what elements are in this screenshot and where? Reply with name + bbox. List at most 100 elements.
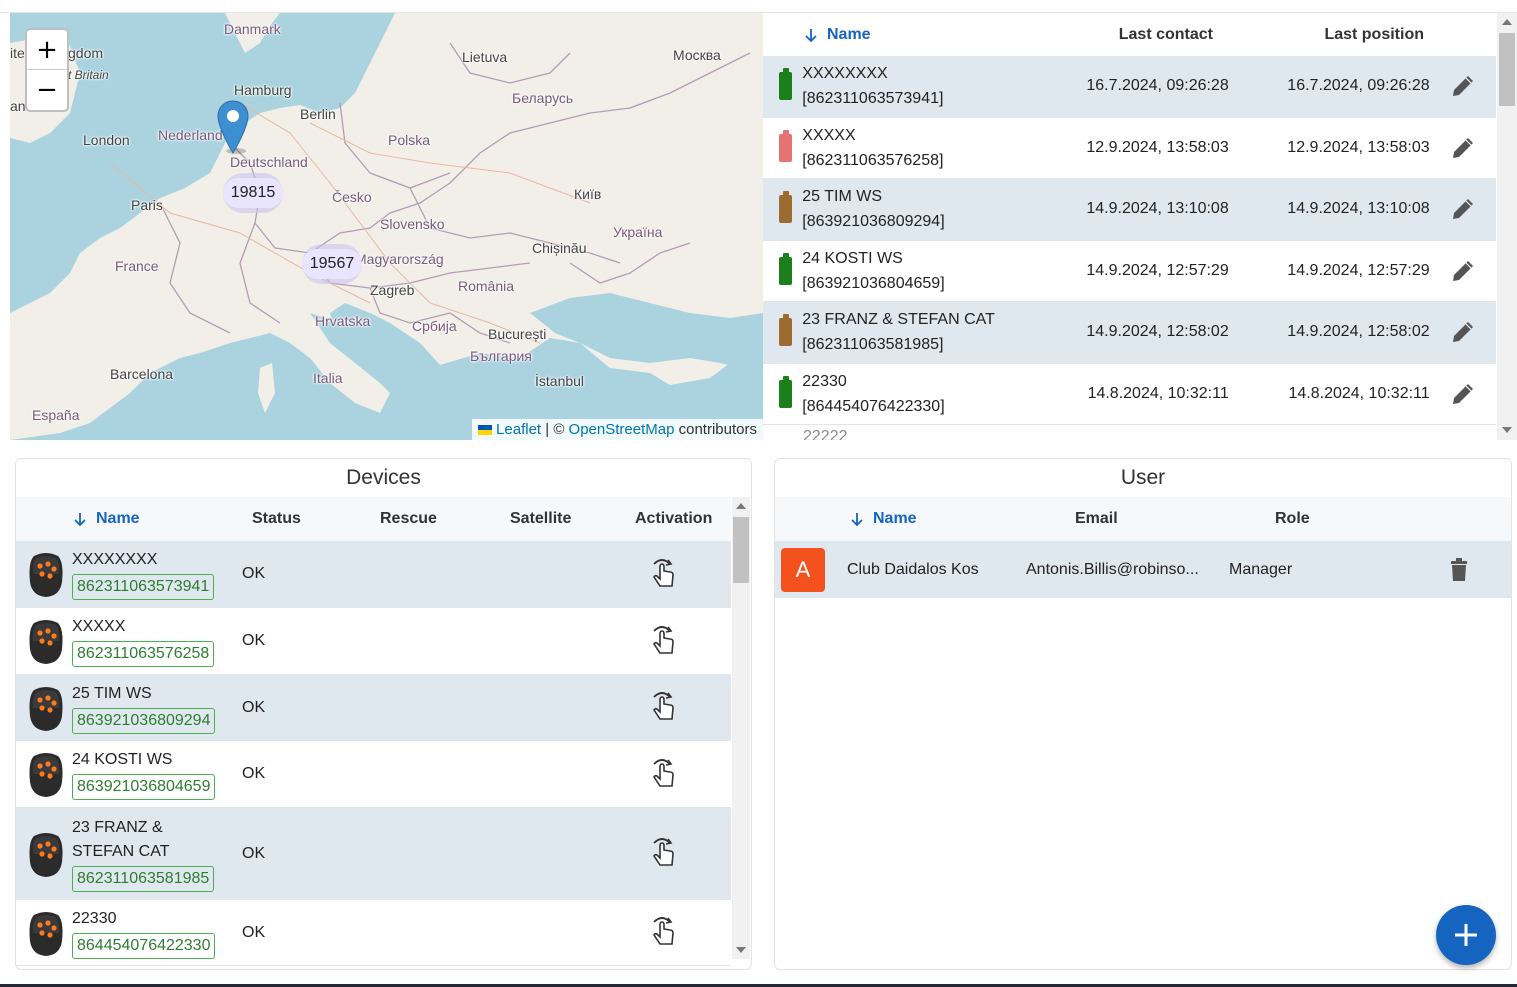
- map-label-paris: Paris: [131, 197, 163, 213]
- trash-icon[interactable]: [1449, 557, 1473, 582]
- tracker-device-icon: [26, 832, 66, 877]
- device-name: XXXXXXXX 862311063573941: [72, 548, 242, 600]
- map-attribution: Leaflet | © OpenStreetMap contributors: [471, 419, 763, 440]
- battery-icon: [779, 191, 793, 224]
- zoom-out-button[interactable]: −: [27, 70, 67, 110]
- device-status: OK: [242, 923, 266, 941]
- leaflet-link[interactable]: Leaflet: [496, 421, 541, 438]
- table-row[interactable]: 24 KOSTI WS 863921036804659 OK: [16, 741, 731, 808]
- table-row[interactable]: XXXXX 862311063576258 OK: [16, 608, 731, 675]
- last-contact: 12.9.2024, 13:58:03: [1086, 138, 1229, 156]
- marker-cluster[interactable]: 19567: [301, 244, 363, 284]
- device-status: OK: [242, 632, 266, 649]
- map-pin-icon[interactable]: [216, 99, 250, 160]
- device-name-text: 25 TIM WS: [72, 684, 152, 702]
- tracker-device-icon: [26, 911, 66, 956]
- device-name: 23 FRANZ & STEFAN CAT 862311063581985: [72, 816, 242, 892]
- user-role: Manager: [1229, 560, 1293, 578]
- map-label-moskva: Москва: [673, 47, 721, 63]
- cluster-count: 19567: [301, 249, 363, 279]
- map-label-istanbul: İstanbul: [535, 373, 585, 389]
- user-name: Club Daidalos Kos: [847, 560, 979, 578]
- table-row[interactable]: A Club Daidalos Kos Antonis.Billis@robin…: [775, 541, 1511, 598]
- sort-by-name-header[interactable]: Name: [849, 510, 1075, 528]
- touch-activation-icon[interactable]: [648, 755, 678, 794]
- last-position: 16.7.2024, 09:26:28: [1287, 77, 1430, 95]
- column-last-contact[interactable]: Last contact: [1023, 26, 1213, 44]
- scroll-down-icon[interactable]: [1502, 427, 1512, 433]
- map-label-london: London: [83, 132, 130, 148]
- device-name: 22330 [864454076422330]: [802, 369, 1048, 419]
- touch-activation-icon[interactable]: [648, 555, 678, 594]
- top-table-scrollbar[interactable]: [1497, 13, 1517, 440]
- pencil-icon[interactable]: [1430, 135, 1496, 161]
- add-user-button[interactable]: [1436, 905, 1496, 965]
- sort-by-name-header[interactable]: Name: [803, 26, 1023, 44]
- top-bar: [0, 0, 1517, 13]
- map-label-espana: España: [32, 407, 80, 423]
- user-panel: User Name Email Role A Club Daidalos Kos…: [774, 458, 1512, 970]
- last-contact: 14.9.2024, 13:10:08: [1086, 200, 1229, 218]
- table-row[interactable]: 23 FRANZ & STEFAN CAT 862311063581985 OK: [16, 808, 731, 900]
- column-email[interactable]: Email: [1075, 510, 1275, 528]
- touch-activation-icon[interactable]: [648, 913, 678, 952]
- last-contact: 14.9.2024, 12:58:02: [1086, 323, 1229, 341]
- table-row-partial: 22222: [803, 428, 848, 440]
- device-imei: [863921036804659]: [802, 274, 945, 292]
- scroll-up-icon[interactable]: [736, 503, 746, 509]
- column-role[interactable]: Role: [1275, 510, 1395, 528]
- zoom-in-button[interactable]: +: [27, 30, 67, 70]
- table-row[interactable]: XXXXXXXX [862311063573941] 16.7.2024, 09…: [763, 56, 1496, 118]
- column-activation[interactable]: Activation: [635, 510, 725, 528]
- device-name: 23 FRANZ & STEFAN CAT [862311063581985]: [802, 307, 1048, 357]
- devices-scrollbar[interactable]: [732, 497, 750, 959]
- column-last-position[interactable]: Last position: [1213, 26, 1424, 44]
- pencil-icon[interactable]: [1430, 73, 1496, 99]
- column-name: Name: [827, 25, 871, 43]
- device-name: XXXXXXXX [862311063573941]: [802, 61, 1048, 111]
- table-row[interactable]: XXXXX [862311063576258] 12.9.2024, 13:58…: [763, 118, 1496, 179]
- scroll-down-icon[interactable]: [736, 947, 746, 953]
- device-imei-badge: 862311063581985: [72, 865, 215, 892]
- device-imei-badge: 863921036809294: [72, 707, 216, 734]
- touch-activation-icon[interactable]: [648, 622, 678, 661]
- column-rescue[interactable]: Rescue: [380, 510, 510, 528]
- pencil-icon[interactable]: [1430, 319, 1496, 345]
- pencil-icon[interactable]: [1430, 258, 1496, 284]
- table-row[interactable]: 25 TIM WS [863921036809294] 14.9.2024, 1…: [763, 179, 1496, 241]
- marker-cluster[interactable]: 19815: [222, 173, 284, 213]
- touch-activation-icon[interactable]: [648, 834, 678, 873]
- column-name: Name: [96, 510, 140, 527]
- map-label-ukraina: Україна: [613, 224, 663, 240]
- device-status: OK: [242, 765, 266, 782]
- device-imei-badge: 864454076422330: [72, 932, 216, 959]
- cluster-count: 19815: [222, 178, 284, 208]
- column-status[interactable]: Status: [252, 510, 380, 528]
- table-row[interactable]: XXXXXXXX 862311063573941 OK: [16, 541, 731, 608]
- table-row[interactable]: 22330 864454076422330 OK: [16, 900, 731, 966]
- sort-by-name-header[interactable]: Name: [72, 510, 252, 528]
- attribution-contributors: contributors: [674, 421, 757, 438]
- map-label-danmark: Danmark: [224, 21, 281, 37]
- scroll-up-icon[interactable]: [1502, 19, 1512, 25]
- pencil-icon[interactable]: [1430, 381, 1496, 407]
- scroll-thumb[interactable]: [733, 517, 749, 583]
- attribution-separator: | ©: [541, 421, 569, 438]
- table-row[interactable]: 24 KOSTI WS [863921036804659] 14.9.2024,…: [763, 241, 1496, 302]
- table-row[interactable]: 23 FRANZ & STEFAN CAT [862311063581985] …: [763, 302, 1496, 364]
- touch-activation-icon[interactable]: [648, 688, 678, 727]
- scroll-thumb[interactable]: [1499, 33, 1515, 106]
- map-view[interactable]: ite gdom t Britain an Danmark Lietuva Мо…: [10, 13, 763, 440]
- device-name-text: XXXXXXXX: [802, 65, 888, 83]
- device-status: OK: [242, 844, 266, 862]
- map-label-zagreb: Zagreb: [370, 282, 415, 298]
- pencil-icon[interactable]: [1430, 196, 1496, 222]
- device-imei: [864454076422330]: [802, 397, 945, 415]
- table-row[interactable]: 22330 [864454076422330] 14.8.2024, 10:32…: [763, 364, 1496, 425]
- osm-link[interactable]: OpenStreetMap: [569, 421, 675, 438]
- battery-icon: [779, 375, 793, 408]
- map-label-slovensko: Slovensko: [380, 216, 445, 232]
- column-satellite[interactable]: Satellite: [510, 510, 635, 528]
- tracker-device-icon: [26, 619, 66, 664]
- table-row[interactable]: 25 TIM WS 863921036809294 OK: [16, 675, 731, 741]
